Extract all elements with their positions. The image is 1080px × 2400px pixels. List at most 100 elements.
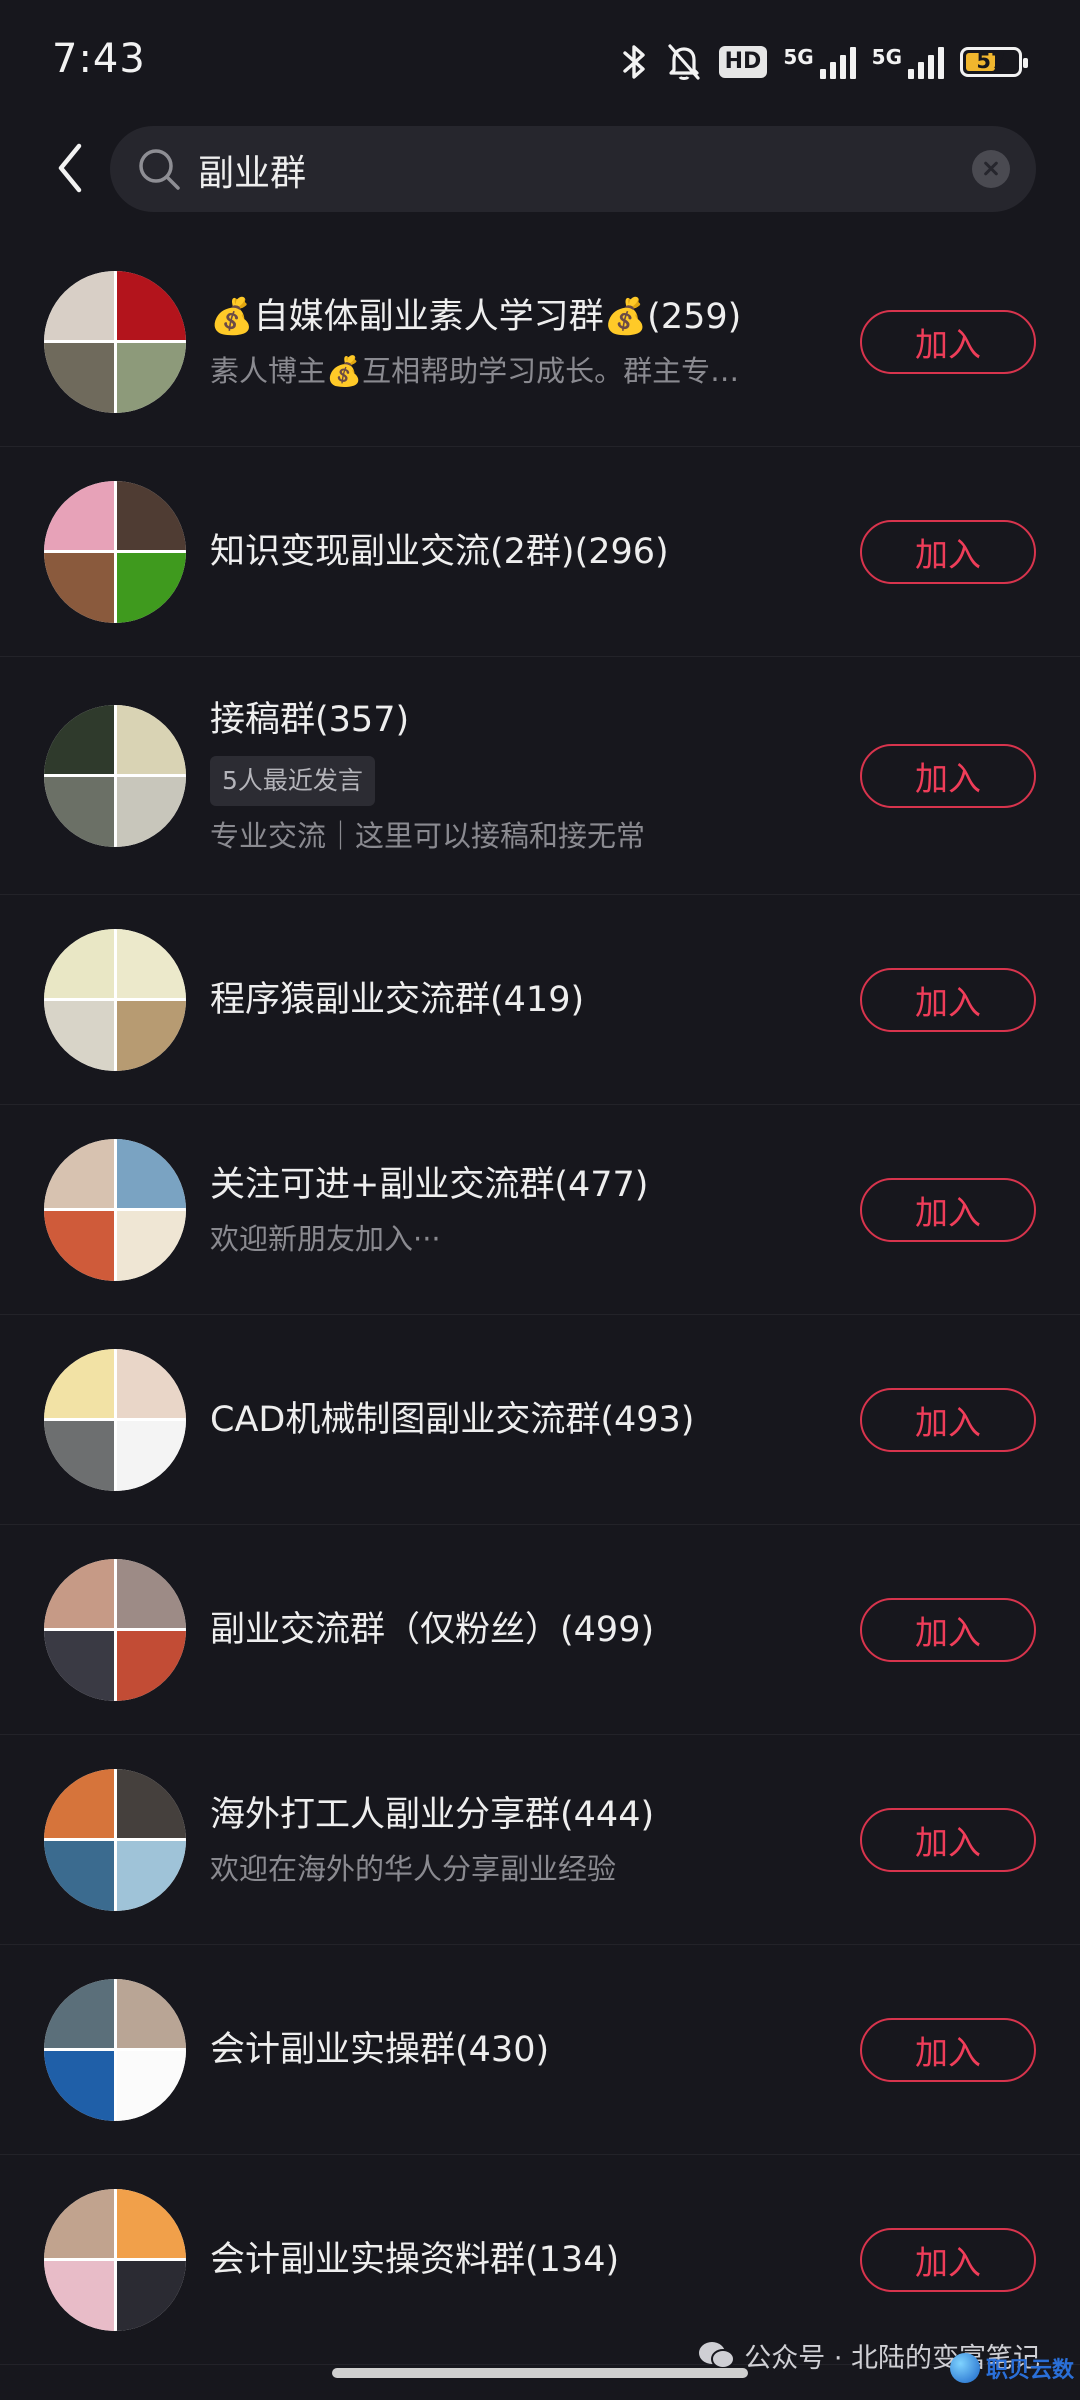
member-avatar-tile <box>116 2261 186 2331</box>
group-avatar[interactable] <box>44 1978 186 2121</box>
group-row[interactable]: 💰自媒体副业素人学习群💰(259) 素人博主💰互相帮助学习成长。群主专… 加入 <box>0 237 1080 447</box>
group-avatar[interactable] <box>44 1138 186 1281</box>
group-avatar[interactable] <box>44 1348 186 1491</box>
group-row[interactable]: 副业交流群（仅粉丝）(499) 加入 <box>0 1525 1080 1735</box>
member-avatar-tile <box>44 1768 114 1838</box>
join-button[interactable]: 加入 <box>860 743 1036 808</box>
member-avatar-tile <box>44 1138 114 1208</box>
group-avatar[interactable] <box>44 704 186 847</box>
home-indicator[interactable] <box>332 2368 748 2378</box>
group-info: 副业交流群（仅粉丝）(499) <box>210 1525 860 1734</box>
group-row[interactable]: 关注可进+副业交流群(477) 欢迎新朋友加入··· 加入 <box>0 1105 1080 1315</box>
member-avatar-tile <box>116 480 186 550</box>
group-title: 程序猿副业交流群(419) <box>210 979 585 1020</box>
member-avatar-tile <box>116 1841 186 1911</box>
search-icon <box>139 149 180 190</box>
member-avatar-tile <box>44 704 114 774</box>
member-avatar-tile <box>44 1211 114 1281</box>
member-avatar-tile <box>116 1421 186 1491</box>
group-row[interactable]: 接稿群(357) 5人最近发言 专业交流｜这里可以接稿和接无常 加入 <box>0 657 1080 895</box>
member-avatar-tile <box>44 1631 114 1701</box>
group-list: 💰自媒体副业素人学习群💰(259) 素人博主💰互相帮助学习成长。群主专… 加入 知识变… <box>0 237 1080 2365</box>
network-type-2: 5G <box>871 45 902 69</box>
group-title: 副业交流群（仅粉丝）(499) <box>210 1609 655 1650</box>
group-row[interactable]: CAD机械制图副业交流群(493) 加入 <box>0 1315 1080 1525</box>
member-avatar-tile <box>44 2188 114 2258</box>
recent-activity-tag: 5人最近发言 <box>210 755 375 806</box>
search-input[interactable]: 副业群 <box>110 126 1036 212</box>
member-avatar-tile <box>116 1348 186 1418</box>
group-avatar[interactable] <box>44 2188 186 2331</box>
group-row[interactable]: 程序猿副业交流群(419) 加入 <box>0 895 1080 1105</box>
member-avatar-tile <box>116 1978 186 2048</box>
member-avatar-tile <box>116 2188 186 2258</box>
group-avatar[interactable] <box>44 270 186 413</box>
group-title: 海外打工人副业分享群(444) <box>210 1794 655 1835</box>
chevron-left-icon <box>58 143 82 193</box>
join-button[interactable]: 加入 <box>860 1387 1036 1452</box>
group-title: 会计副业实操群(430) <box>210 2029 550 2070</box>
member-avatar-tile <box>116 928 186 998</box>
member-avatar-tile <box>44 2051 114 2121</box>
group-avatar[interactable] <box>44 1558 186 1701</box>
signal-2: 5G <box>872 45 944 79</box>
back-button[interactable] <box>44 136 96 200</box>
logo-ball-icon <box>949 2353 980 2383</box>
member-avatar-tile <box>44 553 114 623</box>
status-icons: HD 5G 5G 57 <box>621 40 1028 84</box>
member-avatar-tile <box>116 1768 186 1838</box>
bell-muted-icon <box>668 44 700 80</box>
member-avatar-tile <box>44 270 114 340</box>
group-info: 海外打工人副业分享群(444) 欢迎在海外的华人分享副业经验 <box>210 1735 860 1944</box>
join-button[interactable]: 加入 <box>860 2017 1036 2082</box>
member-avatar-tile <box>44 1001 114 1071</box>
bluetooth-icon <box>622 45 645 79</box>
member-avatar-tile <box>116 343 186 413</box>
join-button[interactable]: 加入 <box>860 2227 1036 2292</box>
signal-bars-1-icon <box>819 45 856 79</box>
group-row[interactable]: 会计副业实操资料群(134) 加入 <box>0 2155 1080 2365</box>
group-title: CAD机械制图副业交流群(493) <box>210 1399 695 1440</box>
corner-logo: 职贝云数 <box>949 2352 1074 2384</box>
group-info: 知识变现副业交流(2群)(296) <box>210 447 860 656</box>
group-info: 关注可进+副业交流群(477) 欢迎新朋友加入··· <box>210 1105 860 1314</box>
member-avatar-tile <box>44 1841 114 1911</box>
member-avatar-tile <box>116 1211 186 1281</box>
join-button[interactable]: 加入 <box>860 519 1036 584</box>
member-avatar-tile <box>116 1001 186 1071</box>
group-title: 会计副业实操资料群(134) <box>210 2239 620 2280</box>
network-type-1: 5G <box>783 45 814 69</box>
group-avatar[interactable] <box>44 928 186 1071</box>
member-avatar-tile <box>116 2051 186 2121</box>
group-info: 接稿群(357) 5人最近发言 专业交流｜这里可以接稿和接无常 <box>210 657 860 894</box>
join-button[interactable]: 加入 <box>860 1177 1036 1242</box>
wechat-icon <box>699 2341 736 2369</box>
group-row[interactable]: 会计副业实操群(430) 加入 <box>0 1945 1080 2155</box>
app-screen: 7:43 HD 5G 5G 57 副业群 💰自媒体副业素人学习群💰(259) 素… <box>0 0 1080 2400</box>
status-time: 7:43 <box>52 36 146 82</box>
group-avatar[interactable] <box>44 1768 186 1911</box>
group-row[interactable]: 海外打工人副业分享群(444) 欢迎在海外的华人分享副业经验 加入 <box>0 1735 1080 1945</box>
group-row[interactable]: 知识变现副业交流(2群)(296) 加入 <box>0 447 1080 657</box>
member-avatar-tile <box>44 2261 114 2331</box>
corner-logo-text: 职贝云数 <box>985 2358 1074 2383</box>
member-avatar-tile <box>116 704 186 774</box>
join-button[interactable]: 加入 <box>860 967 1036 1032</box>
member-avatar-tile <box>44 1348 114 1418</box>
member-avatar-tile <box>44 1558 114 1628</box>
group-avatar[interactable] <box>44 480 186 623</box>
group-description: 专业交流｜这里可以接稿和接无常 <box>210 818 646 853</box>
group-title: 关注可进+副业交流群(477) <box>210 1164 649 1205</box>
member-avatar-tile <box>44 1978 114 2048</box>
clear-search-icon[interactable] <box>972 150 1010 188</box>
join-button[interactable]: 加入 <box>860 1807 1036 1872</box>
member-avatar-tile <box>116 1138 186 1208</box>
hd-badge: HD <box>718 46 768 78</box>
group-title: 💰自媒体副业素人学习群💰(259) <box>210 296 742 337</box>
signal-1: 5G <box>783 45 856 79</box>
join-button[interactable]: 加入 <box>860 1597 1036 1662</box>
member-avatar-tile <box>116 270 186 340</box>
member-avatar-tile <box>44 480 114 550</box>
signal-bars-2-icon <box>908 45 944 79</box>
join-button[interactable]: 加入 <box>860 309 1036 374</box>
